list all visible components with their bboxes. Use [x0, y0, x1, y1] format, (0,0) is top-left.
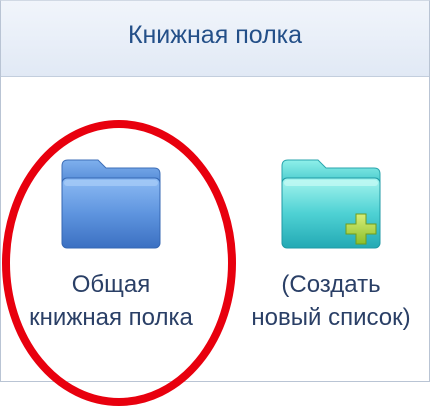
create-new-list-label: (Создать новый список): [236, 268, 426, 334]
folder-add-icon: [281, 159, 381, 249]
panel-title: Книжная полка: [127, 21, 303, 49]
bookshelf-panel: Книжная полка Общая книжная полка (Созда…: [0, 0, 430, 382]
general-bookshelf-item[interactable]: Общая книжная полка: [16, 156, 206, 334]
label-line-2: книжная полка: [29, 304, 193, 331]
label-line-1: Общая: [71, 271, 151, 298]
create-new-list-item[interactable]: (Создать новый список): [236, 156, 426, 334]
label-line-2: новый список): [251, 304, 411, 331]
panel-header: Книжная полка: [1, 1, 429, 77]
label-line-1: (Создать: [281, 271, 381, 298]
general-bookshelf-label: Общая книжная полка: [16, 268, 206, 334]
folder-blue-icon: [61, 159, 161, 249]
